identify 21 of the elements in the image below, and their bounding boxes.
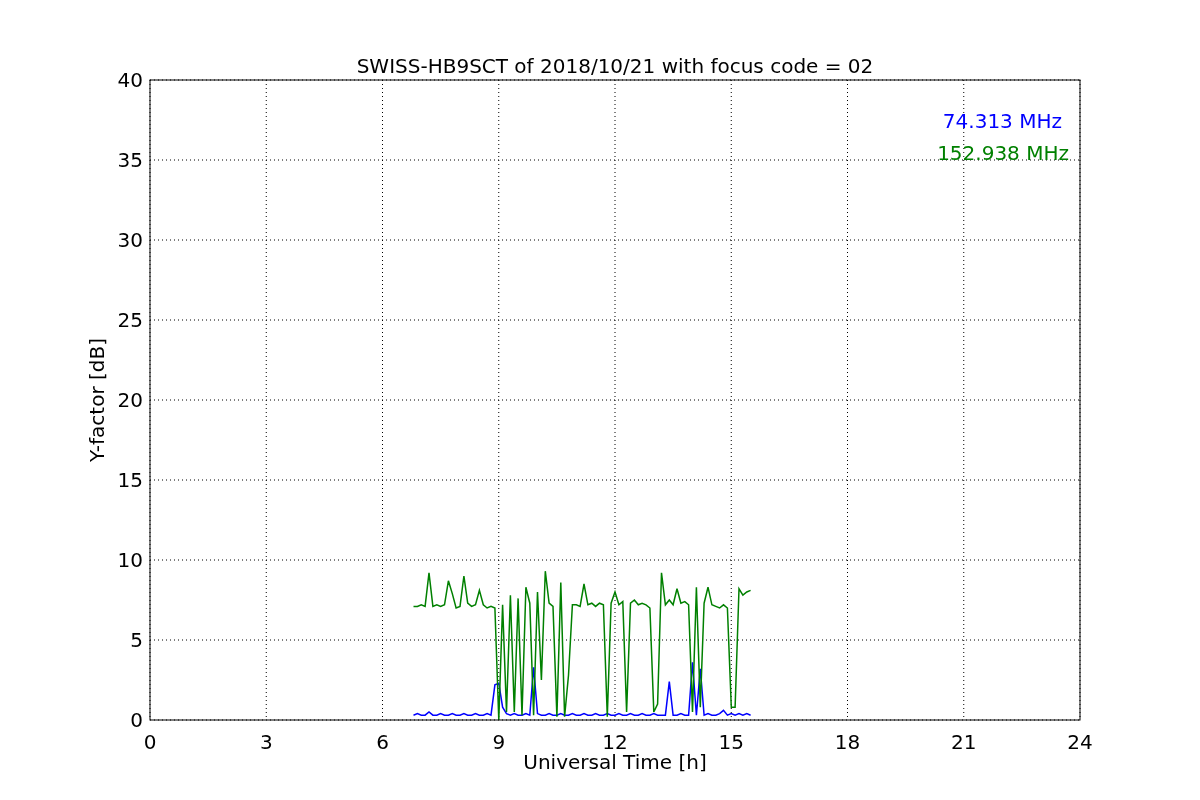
- y-axis-label: Y-factor [dB]: [85, 338, 109, 462]
- x-tick-label: 21: [951, 730, 977, 754]
- y-tick-label: 30: [117, 228, 143, 252]
- x-tick-label: 0: [143, 730, 157, 754]
- y-tick-label: 15: [117, 468, 143, 492]
- x-tick-label: 24: [1067, 730, 1093, 754]
- y-tick-label: 5: [130, 628, 143, 652]
- y-tick-label: 25: [117, 308, 143, 332]
- chart-title: SWISS-HB9SCT of 2018/10/21 with focus code = 02: [356, 54, 874, 78]
- x-tick-label: 15: [718, 730, 744, 754]
- y-tick-label: 10: [117, 548, 143, 572]
- y-tick-label: 35: [117, 148, 143, 172]
- x-tick-label: 3: [259, 730, 273, 754]
- legend-label: 152.938 MHz: [937, 141, 1069, 165]
- x-tick-label: 6: [376, 730, 389, 754]
- y-tick-label: 20: [117, 388, 143, 412]
- legend-label: 74.313 MHz: [942, 109, 1062, 133]
- x-tick-label: 9: [492, 730, 506, 754]
- y-tick-label: 40: [117, 68, 143, 92]
- x-tick-label: 18: [834, 730, 861, 754]
- y-tick-label: 0: [130, 708, 143, 732]
